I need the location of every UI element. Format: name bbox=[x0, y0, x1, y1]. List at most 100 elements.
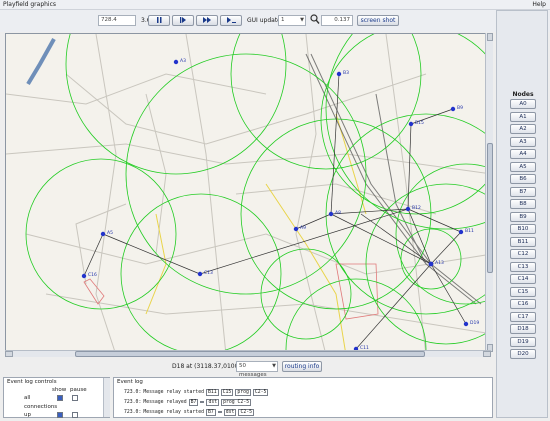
node-marker[interactable] bbox=[173, 59, 179, 65]
show-up-checkbox[interactable] bbox=[57, 412, 63, 418]
node-button-d20[interactable]: D20 bbox=[510, 349, 536, 359]
log-text: Message relayed bbox=[143, 400, 187, 405]
node-button-b8[interactable]: B8 bbox=[510, 199, 536, 209]
node-marker[interactable] bbox=[463, 321, 469, 327]
event-log-controls: Event log controls show pause all connec… bbox=[3, 377, 110, 418]
gui-update-select[interactable]: 1 ▼ bbox=[278, 15, 306, 26]
node-label: C16 bbox=[88, 272, 97, 278]
pause-icon bbox=[157, 17, 162, 23]
log-node[interactable]: B7 bbox=[205, 409, 216, 416]
node-button-c12[interactable]: C12 bbox=[510, 249, 536, 259]
scroll-left-button[interactable] bbox=[5, 351, 13, 357]
step-icon bbox=[180, 17, 186, 23]
node-marker[interactable] bbox=[197, 271, 203, 277]
log-node[interactable]: B7 bbox=[188, 399, 199, 406]
chevron-down-icon: ▼ bbox=[300, 17, 304, 23]
log-text: Message relay started bbox=[143, 410, 204, 415]
sim-time-field[interactable]: 728.4 bbox=[98, 15, 136, 26]
node-label: B15 bbox=[415, 120, 424, 126]
help-menu[interactable]: Help bbox=[532, 1, 546, 8]
scroll-right-button[interactable] bbox=[483, 351, 491, 357]
event-log-title: Event log bbox=[117, 379, 143, 385]
menu-bar: Playfield graphics Help bbox=[0, 0, 550, 10]
controls-scrollbar[interactable] bbox=[103, 378, 110, 417]
node-marker[interactable] bbox=[293, 226, 299, 232]
play-until-button[interactable] bbox=[220, 15, 242, 26]
node-label: A5 bbox=[107, 230, 113, 236]
node-button-a3[interactable]: A3 bbox=[510, 136, 536, 147]
node-marker[interactable] bbox=[328, 211, 334, 217]
node-marker[interactable] bbox=[100, 231, 106, 237]
step-button[interactable] bbox=[172, 15, 194, 26]
screenshot-button[interactable]: screen shot bbox=[357, 15, 399, 26]
node-button-c13[interactable]: C13 bbox=[510, 261, 536, 272]
pause-button[interactable] bbox=[148, 15, 170, 26]
routing-info-button[interactable]: routing info bbox=[282, 361, 322, 372]
node-marker[interactable] bbox=[458, 229, 464, 235]
node-button-a0[interactable]: A0 bbox=[510, 99, 536, 109]
node-marker[interactable] bbox=[336, 71, 342, 77]
nodes-title: Nodes bbox=[512, 91, 534, 98]
pause-all-checkbox[interactable] bbox=[72, 395, 78, 401]
node-marker[interactable] bbox=[81, 273, 87, 279]
node-marker[interactable] bbox=[405, 206, 411, 212]
messages-select[interactable]: 50 messages ▼ bbox=[236, 361, 278, 378]
log-time: 723.0: bbox=[124, 410, 142, 415]
node-label: A3 bbox=[180, 58, 186, 64]
window-title: Playfield graphics bbox=[3, 1, 57, 8]
log-entry: 723.0: Message relay started B11 C15 prog C2-… bbox=[124, 389, 270, 396]
log-node[interactable] bbox=[200, 401, 205, 403]
node-label: B12 bbox=[412, 205, 421, 211]
log-message-id[interactable]: C2-5 bbox=[238, 409, 254, 416]
playfield-map[interactable]: A3 B3 B9 B15 A8 B12 A9 A5 B11 A13 C13 C1… bbox=[5, 33, 491, 354]
node-marker[interactable] bbox=[408, 121, 414, 127]
log-node[interactable] bbox=[217, 411, 222, 413]
fast-forward-button[interactable] bbox=[196, 15, 218, 26]
event-row-label: all bbox=[24, 395, 31, 401]
node-button-b7[interactable]: B7 bbox=[510, 186, 536, 197]
node-button-c17[interactable]: C17 bbox=[510, 311, 536, 322]
node-button-c15[interactable]: C15 bbox=[510, 286, 536, 297]
show-column-header: show bbox=[52, 387, 67, 393]
pause-up-checkbox[interactable] bbox=[72, 412, 78, 418]
scroll-thumb[interactable] bbox=[487, 143, 493, 273]
node-marker[interactable] bbox=[428, 261, 434, 267]
fast-forward-icon bbox=[203, 17, 211, 23]
node-label: B9 bbox=[457, 105, 463, 111]
node-label: A13 bbox=[435, 260, 444, 266]
log-message-id[interactable]: prog C2-5 bbox=[221, 399, 252, 406]
node-button-b10[interactable]: B10 bbox=[510, 224, 536, 234]
node-button-a5[interactable]: A5 bbox=[510, 161, 536, 172]
gui-update-value: 1 bbox=[281, 17, 285, 23]
event-controls-title: Event log controls bbox=[7, 379, 57, 385]
map-canvas[interactable]: A3 B3 B9 B15 A8 B12 A9 A5 B11 A13 C13 C1… bbox=[6, 34, 491, 354]
horizontal-scrollbar[interactable] bbox=[5, 350, 491, 357]
event-row-label: up bbox=[24, 412, 31, 418]
node-button-c14[interactable]: C14 bbox=[510, 274, 536, 284]
node-button-c16[interactable]: C16 bbox=[510, 299, 536, 309]
node-button-d19[interactable]: D19 bbox=[510, 336, 536, 347]
scroll-thumb[interactable] bbox=[75, 351, 425, 357]
node-button-a2[interactable]: A2 bbox=[510, 124, 536, 134]
status-row: D18 at (3118.37,0100.50) 50 messages ▼ r… bbox=[0, 358, 494, 378]
zoom-field[interactable]: 0.137 bbox=[321, 15, 353, 26]
log-node[interactable]: C15 bbox=[220, 389, 234, 396]
log-time: 723.0: bbox=[124, 390, 142, 395]
log-message-id[interactable]: C2-5 bbox=[252, 389, 269, 396]
node-button-a4[interactable]: A4 bbox=[510, 149, 536, 159]
node-button-b9[interactable]: B9 bbox=[510, 211, 536, 222]
log-entry: 723.0: Message relay started B7 dst C2-5 bbox=[124, 409, 256, 416]
log-flag: prog bbox=[235, 389, 251, 396]
node-button-b6[interactable]: B6 bbox=[510, 174, 536, 184]
log-node[interactable]: B11 bbox=[205, 389, 219, 396]
toolbar: 728.4 3.63 1/s GUI update: 1 ▼ 0.137 scr… bbox=[0, 10, 550, 32]
show-all-checkbox[interactable] bbox=[57, 395, 63, 401]
event-row-label: connections bbox=[24, 404, 58, 410]
scroll-up-button[interactable] bbox=[487, 33, 493, 41]
node-button-d18[interactable]: D18 bbox=[510, 324, 536, 334]
node-label: B11 bbox=[465, 228, 474, 234]
vertical-scrollbar[interactable] bbox=[485, 33, 493, 352]
node-button-a1[interactable]: A1 bbox=[510, 111, 536, 122]
node-button-b11[interactable]: B11 bbox=[510, 236, 536, 247]
node-marker[interactable] bbox=[450, 106, 456, 112]
